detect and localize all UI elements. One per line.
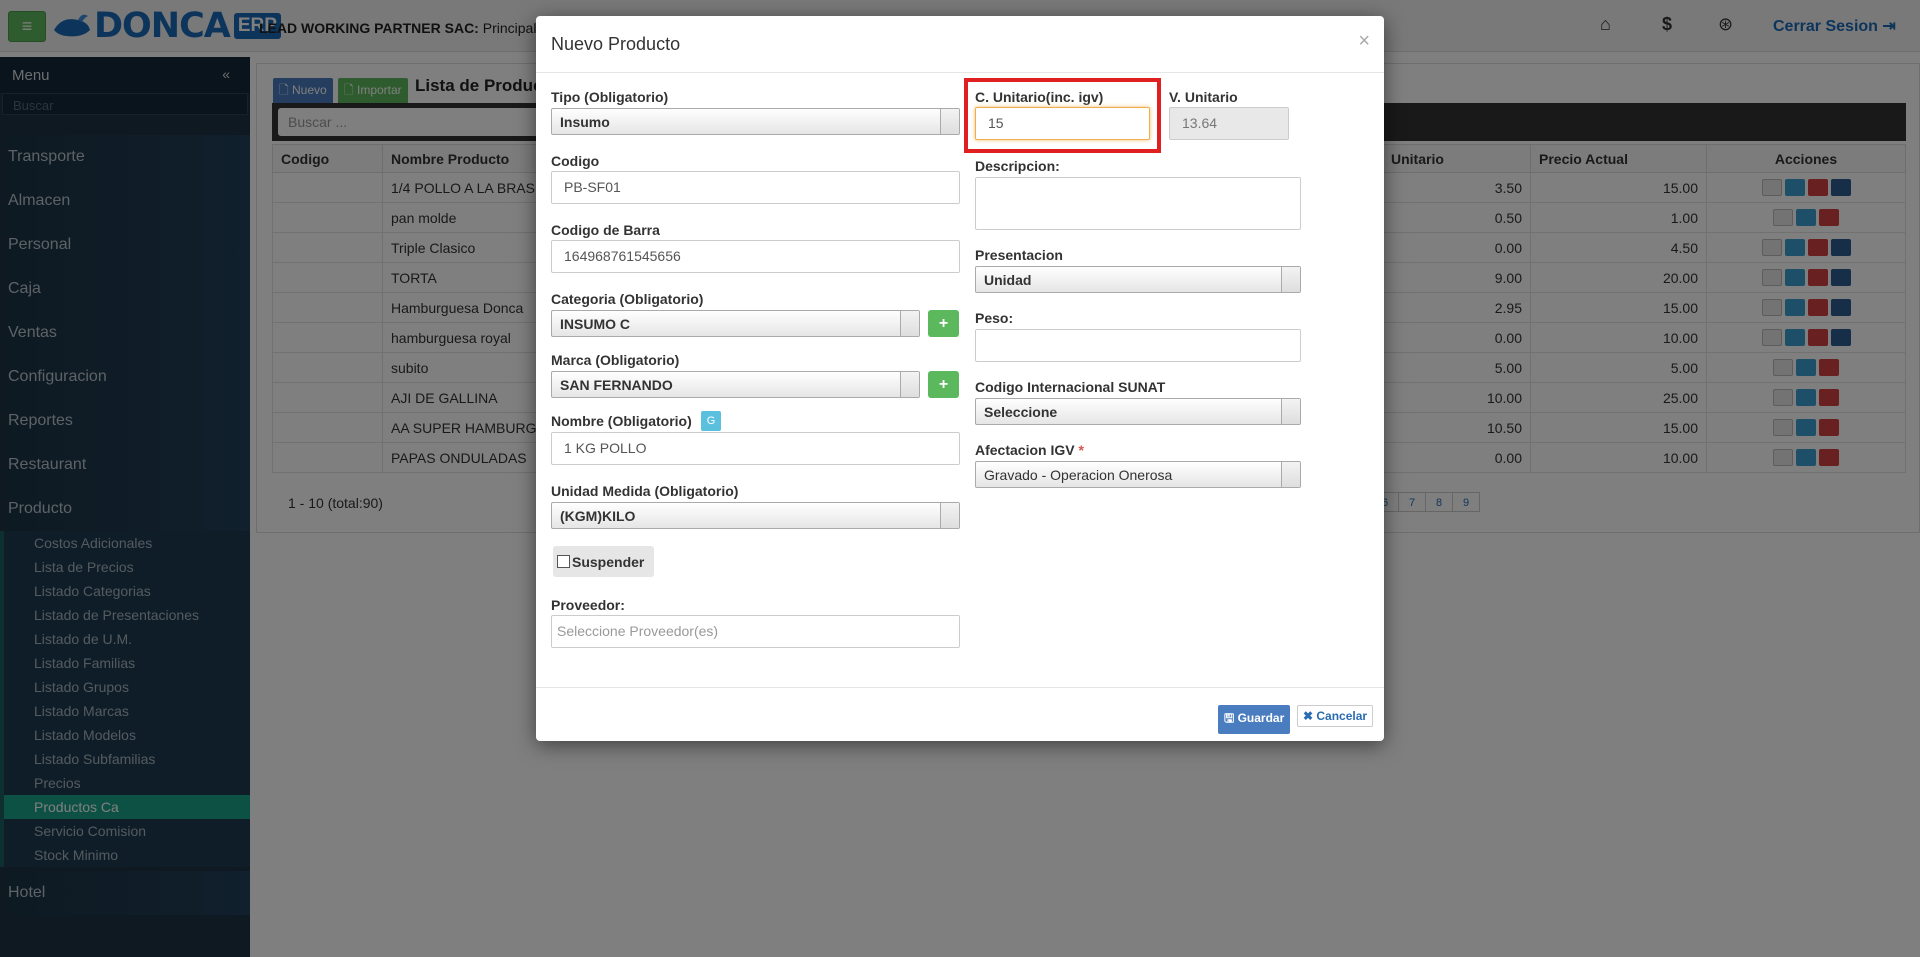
modal-header: Nuevo Producto × — [536, 16, 1384, 73]
igv-label: Afectacion IGV * — [975, 442, 1084, 458]
chevron-down-icon — [1281, 267, 1300, 292]
codigo-input[interactable]: PB-SF01 — [551, 171, 960, 204]
suspender-toggle[interactable]: Suspender — [553, 546, 654, 577]
cancelar-button[interactable]: ✖ Cancelar — [1297, 705, 1374, 727]
chevron-down-icon — [940, 109, 959, 134]
codigo-barra-input[interactable]: 164968761545656 — [551, 240, 960, 273]
sunat-select[interactable]: Seleccione — [975, 398, 1301, 425]
categoria-select[interactable]: INSUMO C — [551, 310, 920, 337]
chevron-down-icon — [900, 311, 919, 336]
unidad-select[interactable]: (KGM)KILO — [551, 502, 960, 529]
categoria-label: Categoria (Obligatorio) — [551, 291, 704, 307]
chevron-down-icon — [1281, 462, 1300, 487]
v-unitario-label: V. Unitario — [1169, 89, 1238, 105]
presentacion-select[interactable]: Unidad — [975, 266, 1301, 293]
proveedor-input[interactable]: Seleccione Proveedor(es) — [551, 615, 960, 648]
chevron-down-icon — [1281, 399, 1300, 424]
highlight-box — [964, 78, 1161, 153]
suspender-checkbox[interactable] — [557, 555, 570, 568]
peso-input[interactable] — [975, 329, 1301, 362]
proveedor-label: Proveedor: — [551, 597, 625, 613]
unidad-label: Unidad Medida (Obligatorio) — [551, 483, 739, 499]
sunat-label: Codigo Internacional SUNAT — [975, 379, 1166, 395]
v-unitario-input: 13.64 — [1169, 107, 1289, 140]
modal-title: Nuevo Producto — [551, 34, 681, 54]
descripcion-label: Descripcion: — [975, 158, 1060, 174]
chevron-down-icon — [900, 372, 919, 397]
tipo-select[interactable]: Insumo — [551, 108, 960, 135]
nuevo-producto-modal: Nuevo Producto × Tipo (Obligatorio) Insu… — [536, 16, 1384, 741]
close-icon[interactable]: × — [1358, 30, 1370, 53]
chevron-down-icon — [940, 503, 959, 528]
generate-name-button[interactable]: G — [701, 411, 721, 431]
barra-label: Codigo de Barra — [551, 222, 660, 238]
nombre-label: Nombre (Obligatorio) — [551, 413, 692, 429]
marca-select[interactable]: SAN FERNANDO — [551, 371, 920, 398]
guardar-button[interactable]: 🖫 Guardar — [1218, 705, 1291, 734]
add-marca-button[interactable]: + — [928, 371, 959, 398]
descripcion-textarea[interactable] — [975, 177, 1301, 230]
marca-label: Marca (Obligatorio) — [551, 352, 680, 368]
peso-label: Peso: — [975, 310, 1014, 326]
presentacion-label: Presentacion — [975, 247, 1063, 263]
tipo-label: Tipo (Obligatorio) — [551, 89, 669, 105]
nombre-input[interactable]: 1 KG POLLO — [551, 432, 960, 465]
codigo-label: Codigo — [551, 153, 600, 169]
add-categoria-button[interactable]: + — [928, 310, 959, 337]
igv-select[interactable]: Gravado - Operacion Onerosa — [975, 461, 1301, 488]
